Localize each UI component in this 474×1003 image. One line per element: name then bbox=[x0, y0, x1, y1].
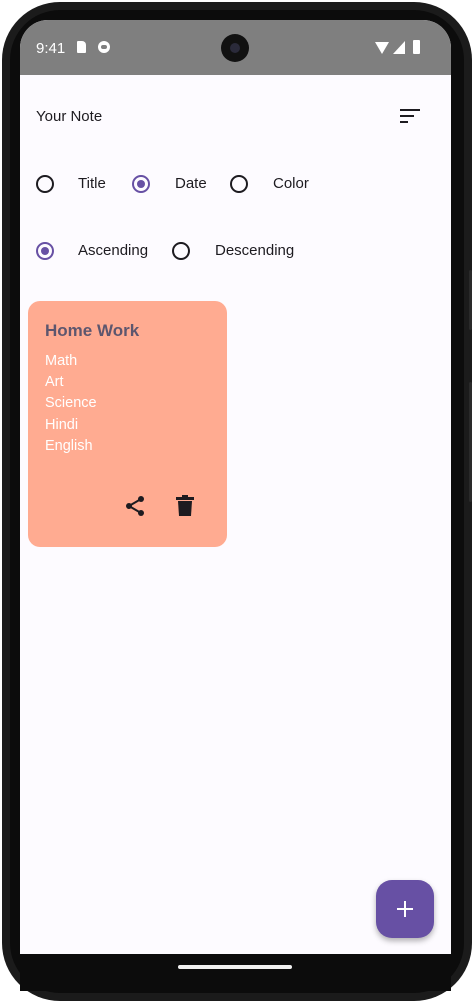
note-line: English bbox=[45, 437, 93, 454]
delete-icon[interactable] bbox=[174, 494, 196, 518]
sim-card-icon bbox=[77, 41, 86, 53]
radio-descending-label: Descending bbox=[215, 242, 295, 259]
battery-icon bbox=[413, 40, 420, 54]
add-icon bbox=[397, 901, 413, 917]
radio-ascending-label: Ascending bbox=[78, 242, 149, 259]
radio-descending[interactable] bbox=[172, 242, 190, 260]
note-line: Art bbox=[45, 374, 64, 391]
sort-icon[interactable] bbox=[400, 109, 420, 125]
radio-color-label: Color bbox=[273, 175, 309, 192]
navigation-bar bbox=[20, 954, 451, 991]
status-bar: 9:41 bbox=[20, 20, 451, 75]
cat-notification-icon bbox=[98, 41, 110, 53]
note-card[interactable]: Home Work Math Art Science Hindi English bbox=[28, 301, 227, 547]
status-time: 9:41 bbox=[36, 40, 66, 57]
volume-button bbox=[469, 270, 472, 330]
app-screen: 9:41 Your Note Title Date Color Ascendin… bbox=[20, 20, 451, 954]
add-note-button[interactable] bbox=[376, 880, 434, 938]
radio-date[interactable] bbox=[132, 175, 150, 193]
note-line: Science bbox=[45, 395, 97, 412]
status-icons bbox=[375, 40, 435, 56]
power-button bbox=[469, 382, 472, 502]
share-icon[interactable] bbox=[123, 494, 147, 518]
note-title: Home Work bbox=[45, 321, 140, 340]
note-content: Math Art Science Hindi English bbox=[45, 351, 97, 457]
page-title: Your Note bbox=[36, 108, 103, 125]
note-line: Math bbox=[45, 353, 78, 369]
front-camera bbox=[221, 34, 249, 62]
radio-ascending[interactable] bbox=[36, 242, 54, 260]
radio-title[interactable] bbox=[36, 175, 54, 193]
note-line: Hindi bbox=[45, 416, 79, 433]
radio-title-label: Title bbox=[78, 175, 106, 192]
wifi-icon bbox=[375, 42, 389, 54]
home-indicator[interactable] bbox=[178, 965, 292, 969]
radio-color[interactable] bbox=[230, 175, 248, 193]
signal-icon bbox=[393, 41, 405, 54]
radio-date-label: Date bbox=[175, 175, 207, 192]
